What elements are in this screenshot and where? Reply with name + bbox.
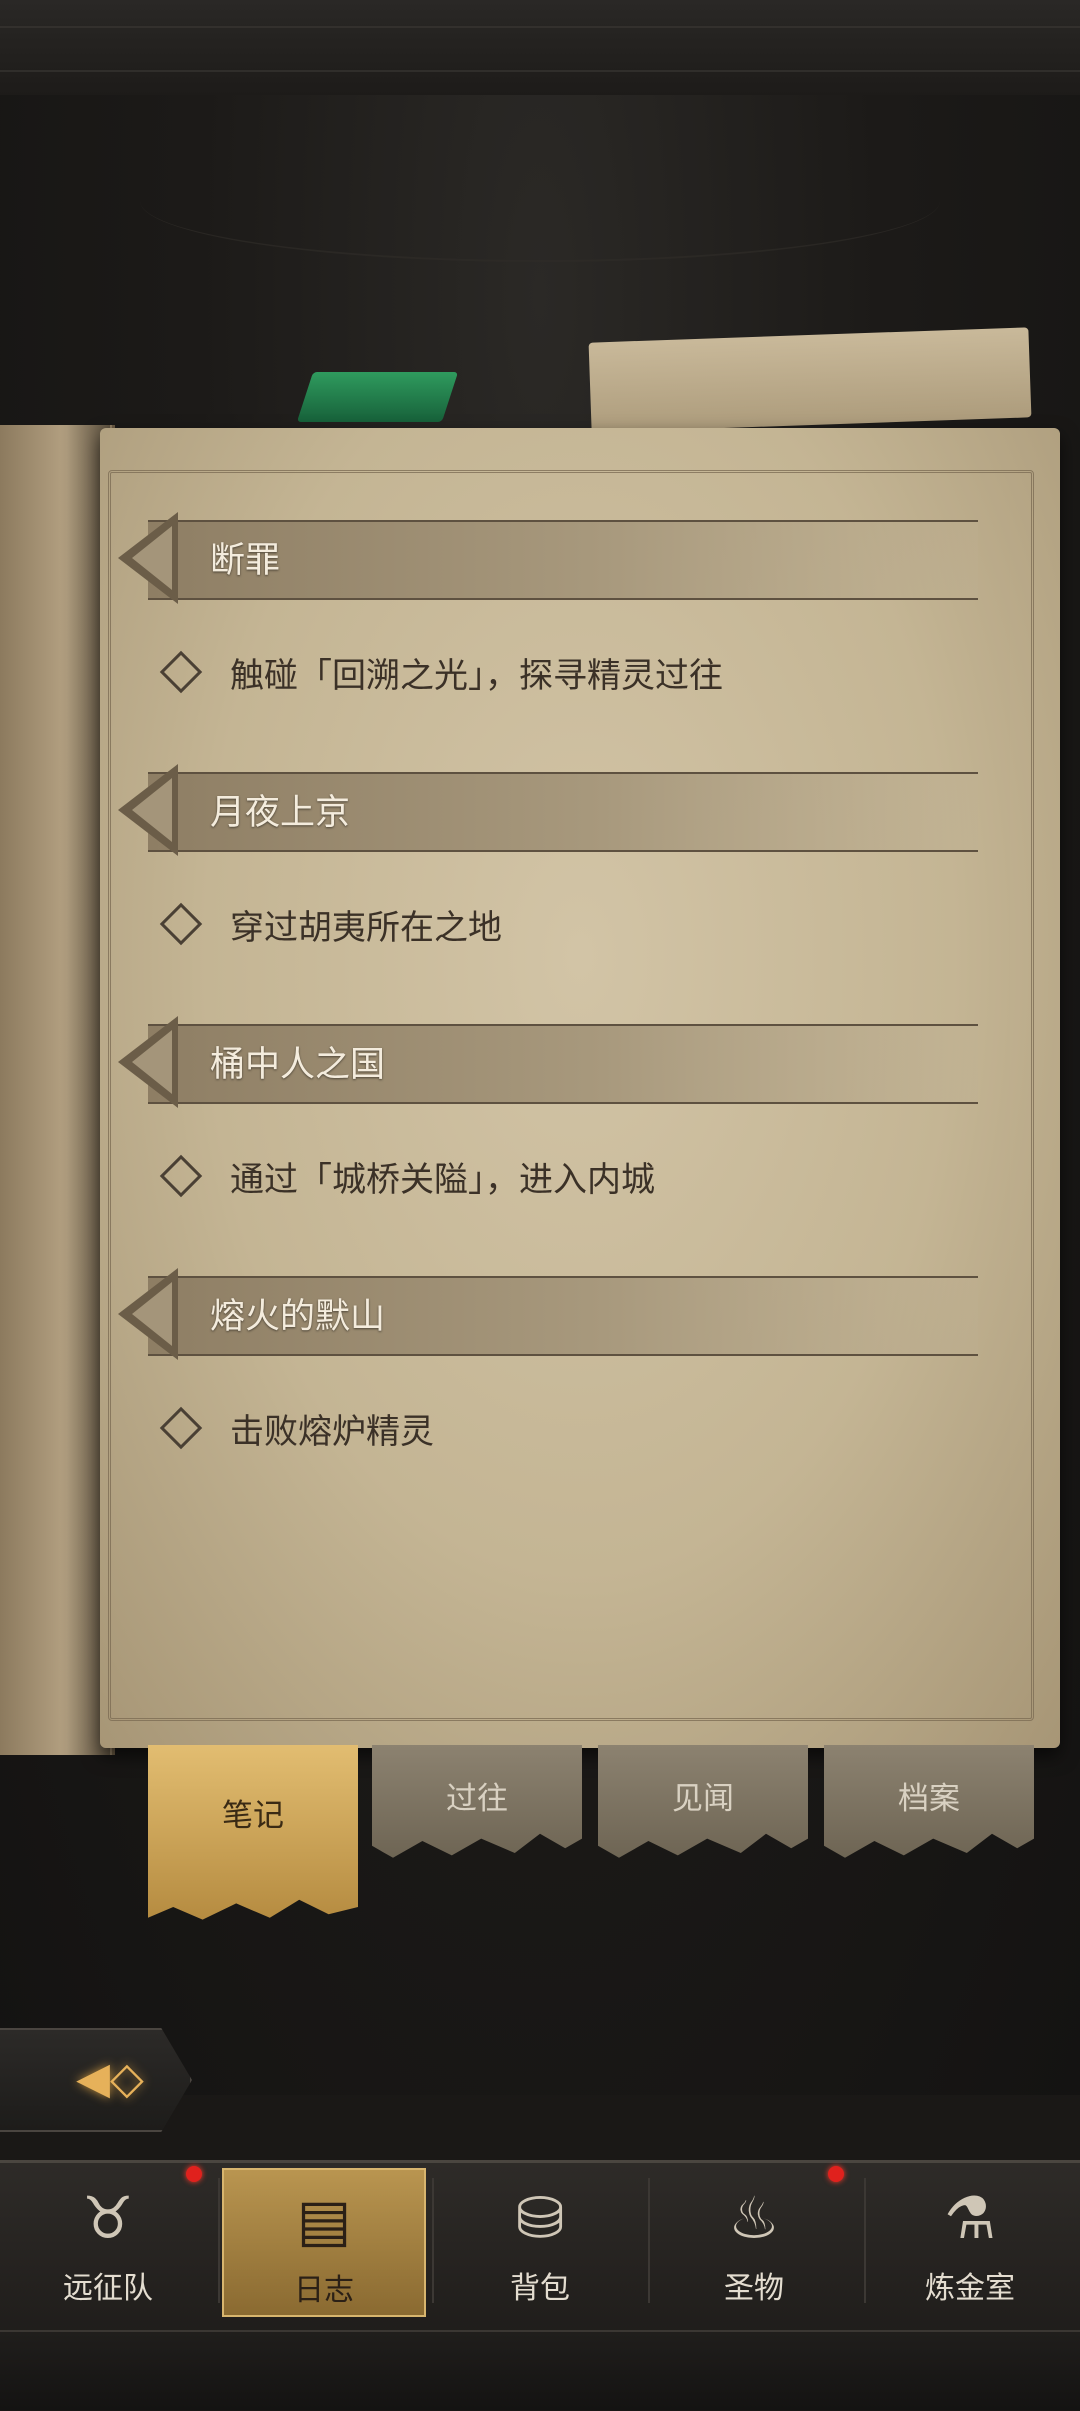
quest-entry-header[interactable]: 熔火的默山 bbox=[118, 1268, 978, 1360]
quest-title: 熔火的默山 bbox=[210, 1297, 386, 1337]
back-arrow-icon: ◀◇ bbox=[76, 2052, 144, 2104]
top-ornament-band bbox=[0, 0, 1080, 98]
objective-text: 穿过胡夷所在之地 bbox=[230, 907, 502, 948]
notification-badge bbox=[828, 2166, 844, 2182]
tab-archive[interactable]: 档案 bbox=[824, 1745, 1034, 1865]
nav-label: 圣物 bbox=[724, 2271, 784, 2306]
tab-label: 见闻 bbox=[672, 1781, 734, 1817]
ceiling-filigree bbox=[140, 140, 940, 262]
objective-text: 击败熔炉精灵 bbox=[230, 1411, 434, 1452]
nav-label: 远征队 bbox=[63, 2271, 153, 2306]
objective-text: 通过「城桥关隘」，进入内城 bbox=[230, 1159, 655, 1200]
back-button[interactable]: ◀◇ bbox=[55, 2050, 165, 2106]
quest-title: 断罪 bbox=[210, 541, 281, 581]
bottom-ornament-band bbox=[0, 2330, 1080, 2410]
objective-diamond-icon bbox=[159, 1406, 203, 1450]
tab-observations[interactable]: 见闻 bbox=[598, 1745, 808, 1865]
nav-label: 背包 bbox=[510, 2271, 570, 2306]
bookmark-ribbon bbox=[296, 372, 459, 422]
tab-notes[interactable]: 笔记 bbox=[148, 1745, 358, 1925]
nav-alchemy[interactable]: ⚗ 炼金室 bbox=[870, 2168, 1070, 2313]
horned-helmet-icon: ♉ bbox=[82, 2184, 134, 2252]
tab-label: 笔记 bbox=[222, 1798, 284, 1834]
backpack-icon: ⛁ bbox=[515, 2184, 565, 2252]
alchemy-icon: ⚗ bbox=[944, 2184, 996, 2252]
objective-text: 触碰「回溯之光」，探寻精灵过往 bbox=[230, 655, 723, 696]
nav-label: 炼金室 bbox=[925, 2271, 1015, 2306]
quest-title: 月夜上京 bbox=[210, 793, 351, 833]
tab-label: 档案 bbox=[898, 1781, 960, 1817]
tab-label: 过往 bbox=[446, 1781, 508, 1817]
objective-diamond-icon bbox=[159, 1154, 203, 1198]
quest-entry-header[interactable]: 桶中人之国 bbox=[118, 1016, 978, 1108]
book-back-page bbox=[588, 327, 1032, 433]
journal-icon: ▤ bbox=[296, 2186, 352, 2254]
notification-badge bbox=[186, 2166, 202, 2182]
tab-past[interactable]: 过往 bbox=[372, 1745, 582, 1865]
brazier-icon: ♨ bbox=[728, 2184, 780, 2252]
objective-diamond-icon bbox=[159, 650, 203, 694]
quest-title: 桶中人之国 bbox=[210, 1045, 386, 1085]
objective-diamond-icon bbox=[159, 902, 203, 946]
quest-objective: 穿过胡夷所在之地 bbox=[159, 894, 502, 954]
quest-objective: 击败熔炉精灵 bbox=[159, 1398, 434, 1458]
quest-objective: 触碰「回溯之光」，探寻精灵过往 bbox=[159, 642, 723, 702]
quest-objective: 通过「城桥关隘」，进入内城 bbox=[159, 1146, 655, 1206]
nav-label: 日志 bbox=[294, 2273, 354, 2308]
nav-backpack[interactable]: ⛁ 背包 bbox=[440, 2168, 640, 2313]
quest-entry-header[interactable]: 断罪 bbox=[118, 512, 978, 604]
nav-journal[interactable]: ▤ 日志 bbox=[222, 2168, 426, 2317]
nav-relics[interactable]: ♨ 圣物 bbox=[654, 2168, 854, 2313]
nav-expedition[interactable]: ♉ 远征队 bbox=[8, 2168, 208, 2313]
quest-entry-header[interactable]: 月夜上京 bbox=[118, 764, 978, 856]
